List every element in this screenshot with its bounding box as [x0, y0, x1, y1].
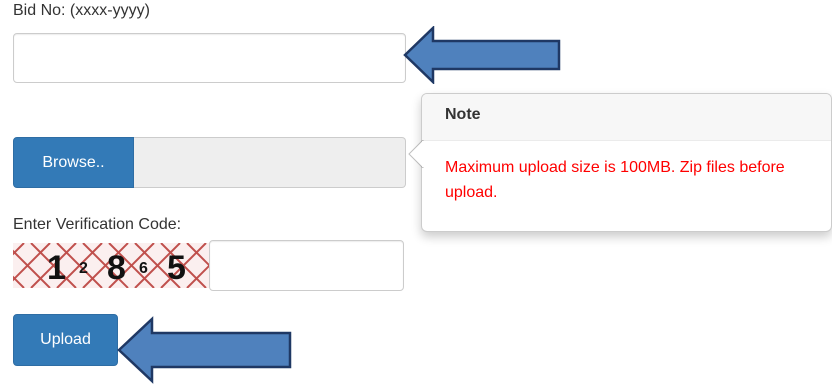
verification-code-label: Enter Verification Code: — [13, 216, 182, 233]
annotation-arrow-upload — [117, 316, 292, 384]
verification-code-input[interactable] — [209, 240, 404, 291]
captcha-graphic: 12 86 5 — [13, 243, 209, 288]
popover-arrow — [408, 140, 424, 168]
upload-button-label: Upload — [40, 331, 91, 348]
bid-no-input[interactable] — [13, 33, 406, 83]
captcha-glyph: 1 — [47, 249, 66, 287]
captcha-glyph: 2 — [79, 260, 88, 277]
captcha-image: 12 86 5 — [13, 243, 209, 288]
note-popover: Note Maximum upload size is 100MB. Zip f… — [421, 93, 832, 232]
popover-message: Maximum upload size is 100MB. Zip files … — [445, 159, 785, 201]
popover-title: Note — [422, 94, 831, 141]
browse-button[interactable]: Browse.. — [13, 137, 134, 188]
captcha-glyph: 8 — [107, 249, 126, 287]
browse-button-label: Browse.. — [42, 153, 105, 171]
captcha-glyph: 5 — [167, 249, 186, 287]
bid-no-label: Bid No: (xxxx-yyyy) — [13, 2, 150, 19]
captcha-glyph: 6 — [139, 260, 148, 277]
annotation-arrow-bid-no — [403, 26, 561, 84]
file-name-display[interactable] — [134, 137, 406, 188]
upload-button[interactable]: Upload — [13, 314, 118, 366]
